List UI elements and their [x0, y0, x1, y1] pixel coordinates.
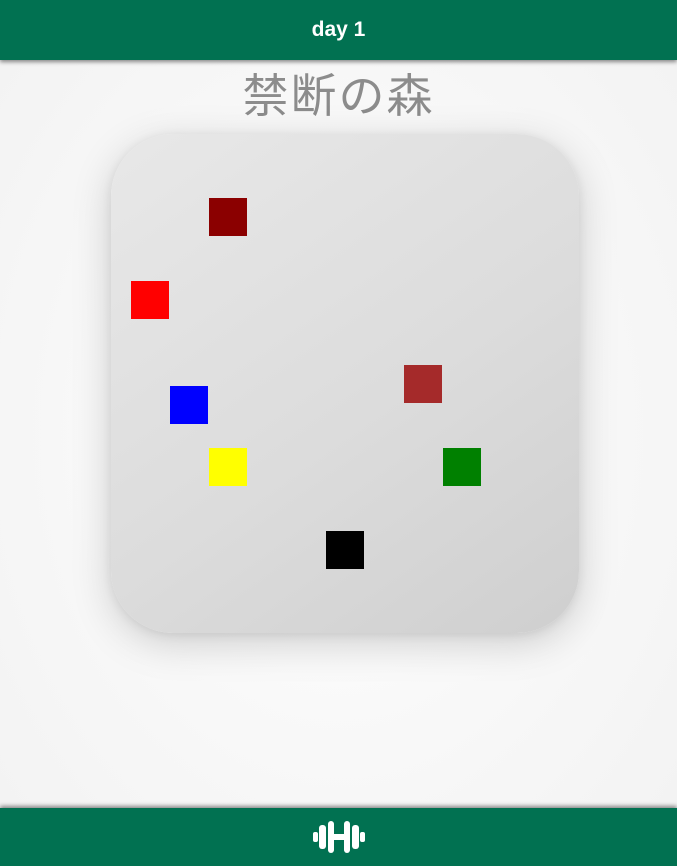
piece-blue[interactable] [170, 386, 208, 424]
day-label: day 1 [311, 18, 366, 41]
level-title: 禁断の森 [242, 69, 435, 123]
dumbbell-icon[interactable] [312, 820, 365, 854]
game-board[interactable] [111, 134, 579, 633]
piece-yellow[interactable] [209, 448, 247, 486]
piece-red[interactable] [131, 281, 169, 319]
piece-brown[interactable] [404, 365, 442, 403]
top-bar: day 1 [0, 0, 677, 60]
game-screen: day 1 禁断の森 [0, 0, 677, 866]
piece-green[interactable] [443, 448, 481, 486]
piece-dark-red[interactable] [209, 198, 247, 236]
piece-black[interactable] [326, 531, 364, 569]
bottom-bar [0, 808, 677, 866]
